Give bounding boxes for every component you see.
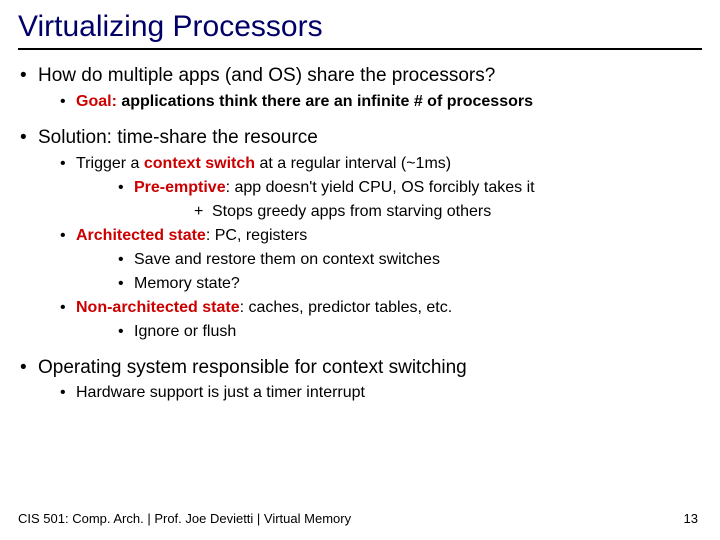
preemptive-label: Pre-emptive	[134, 179, 226, 196]
sub-sub-list: Pre-emptive: app doesn't yield CPU, OS f…	[116, 178, 702, 222]
goal-text: applications think there are an infinite…	[117, 93, 533, 110]
trigger-bullet: Trigger a context switch at a regular in…	[58, 154, 702, 222]
slide-title: Virtualizing Processors	[18, 10, 702, 50]
memory-state-bullet: Memory state?	[116, 274, 702, 294]
question-bullet: How do multiple apps (and OS) share the …	[18, 64, 702, 112]
solution-bullet: Solution: time-share the resource Trigge…	[18, 126, 702, 342]
arch-state-bullet: Architected state: PC, registers Save an…	[58, 226, 702, 294]
preemptive-text: : app doesn't yield CPU, OS forcibly tak…	[226, 179, 535, 196]
sub-list: Trigger a context switch at a regular in…	[58, 154, 702, 342]
bullet-block-2: Solution: time-share the resource Trigge…	[18, 126, 702, 342]
sub-sub-list: Ignore or flush	[116, 322, 702, 342]
sub-sub-list: Save and restore them on context switche…	[116, 250, 702, 294]
goal-label: Goal:	[76, 93, 117, 110]
nonarch-state-text: : caches, predictor tables, etc.	[240, 299, 453, 316]
plus-list: Stops greedy apps from starving others	[194, 202, 702, 222]
save-restore-bullet: Save and restore them on context switche…	[116, 250, 702, 270]
nonarch-state-bullet: Non-architected state: caches, predictor…	[58, 298, 702, 342]
arch-state-label: Architected state	[76, 227, 206, 244]
sub-list: Goal: applications think there are an in…	[58, 92, 702, 112]
preemptive-bullet: Pre-emptive: app doesn't yield CPU, OS f…	[116, 178, 702, 222]
hw-support-bullet: Hardware support is just a timer interru…	[58, 383, 702, 403]
os-bullet: Operating system responsible for context…	[18, 356, 702, 404]
bullet-block-3: Operating system responsible for context…	[18, 356, 702, 404]
sub-list: Hardware support is just a timer interru…	[58, 383, 702, 403]
footer-text: CIS 501: Comp. Arch. | Prof. Joe Deviett…	[18, 511, 351, 526]
arch-state-text: : PC, registers	[206, 227, 307, 244]
stops-greedy-bullet: Stops greedy apps from starving others	[194, 202, 702, 222]
os-text: Operating system responsible for context…	[38, 357, 467, 378]
bullet-block-1: How do multiple apps (and OS) share the …	[18, 64, 702, 112]
trigger-post: at a regular interval (~1ms)	[255, 155, 451, 172]
nonarch-state-label: Non-architected state	[76, 299, 240, 316]
slide: Virtualizing Processors How do multiple …	[0, 0, 720, 540]
goal-bullet: Goal: applications think there are an in…	[58, 92, 702, 112]
trigger-pre: Trigger a	[76, 155, 144, 172]
ignore-flush-bullet: Ignore or flush	[116, 322, 702, 342]
page-number: 13	[684, 511, 698, 526]
solution-text: Solution: time-share the resource	[38, 127, 318, 148]
context-switch-label: context switch	[144, 155, 255, 172]
question-text: How do multiple apps (and OS) share the …	[38, 65, 495, 86]
